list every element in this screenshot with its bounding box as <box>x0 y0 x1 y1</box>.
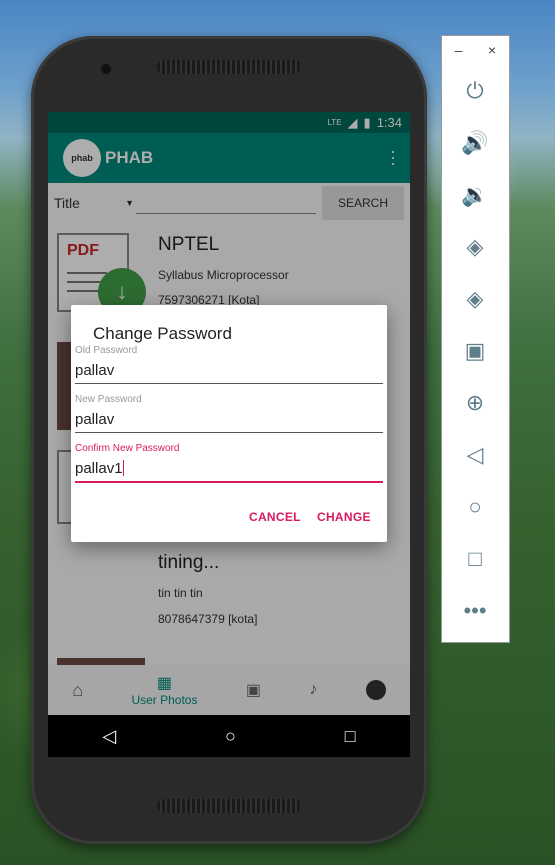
zoom-icon[interactable]: ⊕ <box>456 386 494 420</box>
device-screen: LTE ◢ ▮ 1:34 phab PHAB · · · Title ▼ SEARC… <box>48 112 410 757</box>
recents-icon[interactable]: □ <box>345 726 356 747</box>
bottom-speaker <box>157 799 301 813</box>
system-navigation-bar: ◁ ○ □ <box>48 715 410 757</box>
old-password-label: Old Password <box>75 345 138 356</box>
confirm-password-value: pallav1 <box>75 460 123 477</box>
old-password-input[interactable]: pallav <box>75 362 383 384</box>
confirm-password-field[interactable]: Confirm New Password pallav1 <box>75 443 383 483</box>
power-icon[interactable]: ⏻ <box>456 74 494 108</box>
volume-down-icon[interactable]: 🔉 <box>456 178 494 212</box>
minimize-icon[interactable]: – <box>455 42 463 58</box>
text-cursor <box>122 460 124 476</box>
new-password-field[interactable]: New Password pallav <box>75 394 383 433</box>
cancel-button[interactable]: CANCEL <box>249 510 301 524</box>
screenshot-icon[interactable]: ▣ <box>456 334 494 368</box>
rotate-right-icon[interactable]: ◈ <box>456 282 494 316</box>
close-icon[interactable]: × <box>488 42 496 58</box>
emulator-toolbar: – × ⏻ 🔊 🔉 ◈ ◈ ▣ ⊕ ◁ ○ □ ••• <box>441 35 510 643</box>
back-icon[interactable]: ◁ <box>102 726 116 747</box>
back-icon[interactable]: ◁ <box>456 438 494 472</box>
confirm-password-label: Confirm New Password <box>75 443 180 454</box>
volume-up-icon[interactable]: 🔊 <box>456 126 494 160</box>
dialog-title: Change Password <box>93 324 232 343</box>
overview-icon[interactable]: □ <box>456 542 494 576</box>
rotate-left-icon[interactable]: ◈ <box>456 230 494 264</box>
new-password-label: New Password <box>75 394 142 405</box>
change-password-dialog: Change Password Old Password pallav New … <box>71 305 387 542</box>
front-camera <box>101 64 111 74</box>
change-button[interactable]: CHANGE <box>317 510 371 524</box>
more-icon[interactable]: ••• <box>456 594 494 628</box>
top-speaker <box>157 60 301 74</box>
home-circle-icon[interactable]: ○ <box>225 726 236 747</box>
new-password-input[interactable]: pallav <box>75 411 383 433</box>
old-password-field[interactable]: Old Password pallav <box>75 345 383 384</box>
confirm-password-input[interactable]: pallav1 <box>75 460 383 483</box>
home-icon[interactable]: ○ <box>456 490 494 524</box>
